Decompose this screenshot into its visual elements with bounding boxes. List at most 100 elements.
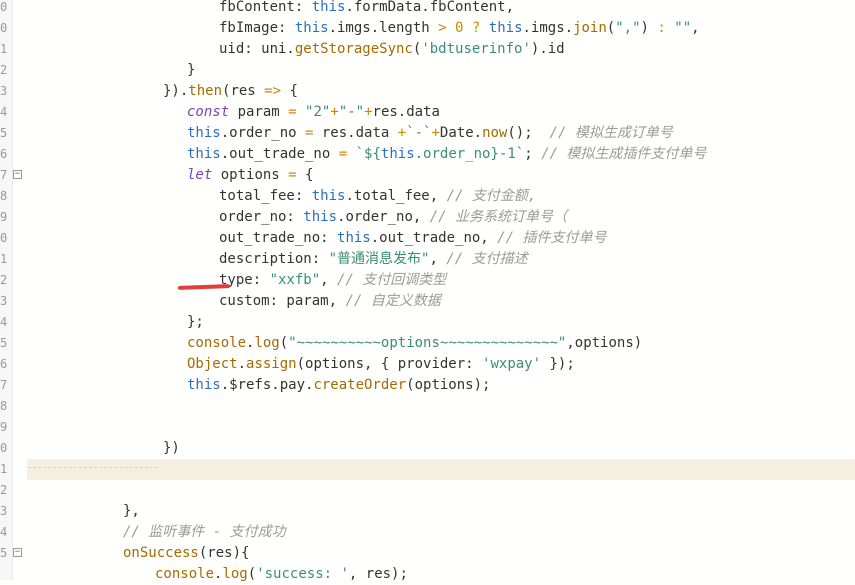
code-token: .order_no xyxy=(220,125,306,141)
code-text: }) xyxy=(163,438,180,459)
code-token: "-" xyxy=(338,104,365,120)
code-text: console.log('success: ', res); xyxy=(155,564,408,585)
current-line-indicator xyxy=(28,467,158,468)
code-line[interactable]: 2 xyxy=(0,480,855,501)
code-token: ( xyxy=(606,20,616,36)
code-line[interactable]: 0 fbImage: this.imgs.length > 0 ? this.im… xyxy=(0,18,855,39)
code-line[interactable]: 1 uid: uni.getStorageSync('bdtuserinfo').… xyxy=(0,39,855,60)
code-line[interactable]: 5 console.log("~~~~~~~~~~options~~~~~~~~~… xyxy=(0,333,855,354)
code-token: // 模拟生成订单号 xyxy=(549,125,673,141)
code-line[interactable]: 8 xyxy=(0,396,855,417)
code-text: let options = { xyxy=(187,165,313,186)
line-number: 7 xyxy=(0,378,8,392)
line-number: 0 xyxy=(0,441,8,455)
code-line[interactable]: 5− onSuccess(res){ xyxy=(0,543,855,564)
code-line[interactable]: 1 description: "普通消息发布", // 支付描述 xyxy=(0,249,855,270)
code-line[interactable]: 4}; xyxy=(0,312,855,333)
code-token: . xyxy=(237,356,247,372)
code-line[interactable]: 0 fbContent: this.formData.fbContent, xyxy=(0,0,855,18)
code-token: ) xyxy=(640,20,658,36)
code-token: .out_trade_no, xyxy=(370,230,498,246)
code-text: description: "普通消息发布", // 支付描述 xyxy=(219,249,528,270)
code-text: total_fee: this.total_fee, // 支付金额, xyxy=(219,186,536,207)
code-line[interactable]: 2 type: "xxfb", // 支付回调类型 xyxy=(0,270,855,291)
line-number: 5 xyxy=(0,546,8,560)
code-token: ( xyxy=(279,335,289,351)
code-text: this.$refs.pay.createOrder(options); xyxy=(187,375,490,396)
code-line[interactable]: 6 this.out_trade_no = `${this.order_no}-1… xyxy=(0,144,855,165)
code-token: // 支付回调类型 xyxy=(337,272,447,288)
code-token: 'bdtuserinfo' xyxy=(421,41,531,57)
code-token: (options); xyxy=(406,377,491,393)
code-line[interactable]: 4 const param = "2"+"-"+res.data xyxy=(0,102,855,123)
code-token: = xyxy=(338,146,348,162)
code-token: // 自定义数据 xyxy=(345,293,441,309)
line-number: 9 xyxy=(0,210,8,224)
code-token: // 插件支付单号 xyxy=(497,230,607,246)
line-number: 5 xyxy=(0,336,8,350)
code-token: .out_trade_no xyxy=(220,146,339,162)
code-token: console xyxy=(187,335,247,351)
code-token: => xyxy=(264,83,282,99)
code-token: , xyxy=(691,20,700,36)
line-number: 4 xyxy=(0,525,8,539)
code-line[interactable]: 7− let options = { xyxy=(0,165,855,186)
code-line[interactable]: 0 out_trade_no: this.out_trade_no, // 插件支… xyxy=(0,228,855,249)
code-token: createOrder xyxy=(313,377,407,393)
code-token: now xyxy=(482,125,508,141)
code-token: this xyxy=(303,209,338,225)
code-token: 'wxpay' xyxy=(482,356,542,372)
code-token: ; xyxy=(524,146,542,162)
code-line[interactable]: 3}, xyxy=(0,501,855,522)
code-token: `-` xyxy=(406,125,432,141)
code-line[interactable]: 0}) xyxy=(0,438,855,459)
code-line[interactable]: 4 // 监听事件 - 支付成功 xyxy=(0,522,855,543)
code-text: const param = "2"+"-"+res.data xyxy=(187,102,440,123)
line-number: 0 xyxy=(0,21,8,35)
fold-toggle-icon[interactable]: − xyxy=(13,170,22,179)
code-line[interactable]: 3 custom: param, // 自定义数据 xyxy=(0,291,855,312)
code-line[interactable]: 6 Object.assign(options, { provider: 'wxp… xyxy=(0,354,855,375)
code-text: }; xyxy=(187,312,204,333)
code-line[interactable]: 2} xyxy=(0,60,855,81)
code-token: , xyxy=(320,272,338,288)
code-token: { xyxy=(281,83,298,99)
code-token: (res xyxy=(222,83,265,99)
code-token: then xyxy=(188,83,223,99)
code-token: let xyxy=(187,167,213,183)
line-number: 2 xyxy=(0,273,8,287)
code-token: .imgs.length xyxy=(328,20,439,36)
line-number: 2 xyxy=(0,63,8,77)
code-token: { xyxy=(296,167,314,183)
code-token: = xyxy=(288,104,297,120)
code-token: (options, { provider: xyxy=(296,356,483,372)
fold-toggle-icon[interactable]: − xyxy=(13,548,22,557)
line-number: 3 xyxy=(0,504,8,518)
code-line[interactable]: 9 order_no: this.order_no, // 业务系统订单号（ xyxy=(0,207,855,228)
code-line[interactable]: 1 xyxy=(0,459,855,480)
code-line[interactable]: 5 this.order_no = res.data +`-`+Date.now(… xyxy=(0,123,855,144)
code-token: // 模拟生成插件支付单号 xyxy=(541,146,707,162)
code-token: // 监听事件 - 支付成功 xyxy=(123,524,286,540)
code-token: "~~~~~~~~~~options~~~~~~~~~~~~~~" xyxy=(288,335,567,351)
code-line[interactable]: 3}).then(res => { xyxy=(0,81,855,102)
code-line[interactable]: 8 total_fee: this.total_fee, // 支付金额, xyxy=(0,186,855,207)
line-number: 5 xyxy=(0,126,8,140)
code-text: onSuccess(res){ xyxy=(123,543,249,564)
code-token: .$refs.pay. xyxy=(220,377,314,393)
code-token: "普通消息发布" xyxy=(328,251,430,267)
code-token: // 业务系统订单号（ xyxy=(429,209,568,225)
code-text: console.log("~~~~~~~~~~options~~~~~~~~~~… xyxy=(187,333,642,354)
code-line[interactable]: 7 this.$refs.pay.createOrder(options); xyxy=(0,375,855,396)
code-line[interactable]: console.log('success: ', res); xyxy=(0,564,855,585)
code-text: custom: param, // 自定义数据 xyxy=(219,291,441,312)
code-line[interactable]: 9 xyxy=(0,417,855,438)
code-token: (res){ xyxy=(198,545,250,561)
code-text: this.order_no = res.data +`-`+Date.now()… xyxy=(187,123,673,144)
code-editor[interactable]: 0 fbContent: this.formData.fbContent, 0 fbI… xyxy=(0,0,855,582)
code-token: description: xyxy=(219,251,329,267)
code-token: log xyxy=(254,335,280,351)
code-token: this xyxy=(380,146,415,162)
